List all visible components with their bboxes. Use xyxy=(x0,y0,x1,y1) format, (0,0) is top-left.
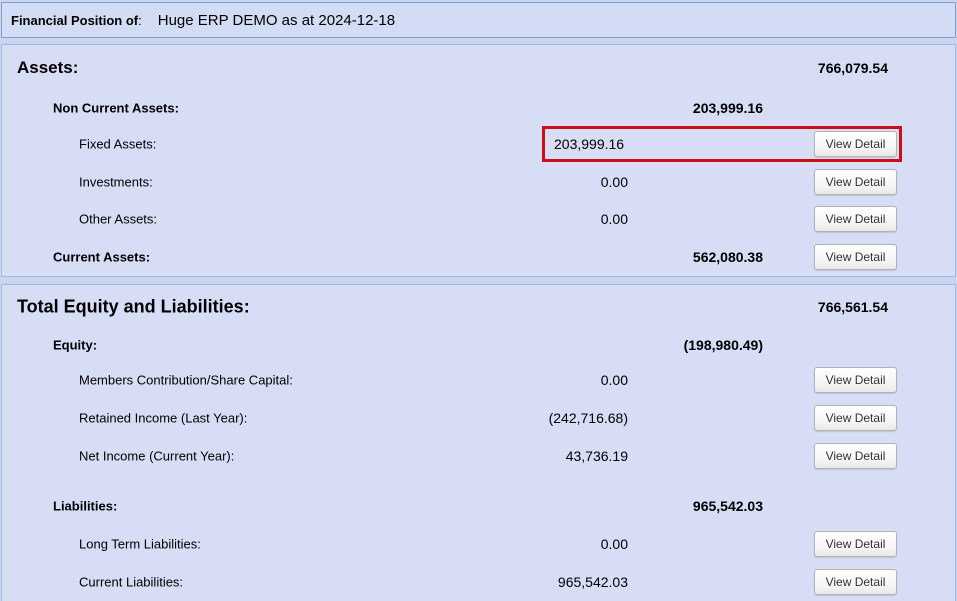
view-detail-button[interactable]: View Detail xyxy=(814,131,897,157)
members-contribution-label: Members Contribution/Share Capital: xyxy=(79,373,293,388)
liabilities-label: Liabilities: xyxy=(53,499,117,514)
report-title-colon: : xyxy=(138,13,142,28)
row-equity: Equity: (198,980.49) xyxy=(2,329,955,361)
assets-section: Assets: 766,079.54 Non Current Assets: 2… xyxy=(1,44,956,277)
row-long-term-liabilities: Long Term Liabilities: 0.00 View Detail xyxy=(2,525,955,563)
retained-income-value: (242,716.68) xyxy=(549,410,628,426)
current-liabilities-value: 965,542.03 xyxy=(558,574,628,590)
equity-liabilities-section: Total Equity and Liabilities: 766,561.54… xyxy=(1,284,956,601)
row-current-liabilities: Current Liabilities: 965,542.03 View Det… xyxy=(2,563,955,601)
report-header: Financial Position of: Huge ERP DEMO as … xyxy=(1,2,956,38)
fixed-assets-value[interactable]: 203,999.16 xyxy=(554,136,624,152)
net-income-label: Net Income (Current Year): xyxy=(79,449,234,464)
assets-heading: Assets: xyxy=(17,58,78,78)
current-liabilities-label: Current Liabilities: xyxy=(79,575,183,590)
view-detail-button[interactable]: View Detail xyxy=(814,405,897,431)
report-company-date: Huge ERP DEMO as at 2024-12-18 xyxy=(158,12,395,29)
long-term-liabilities-label: Long Term Liabilities: xyxy=(79,537,201,552)
retained-income-label: Retained Income (Last Year): xyxy=(79,411,247,426)
non-current-assets-value: 203,999.16 xyxy=(693,100,763,116)
current-assets-label: Current Assets: xyxy=(53,249,150,264)
row-retained-income: Retained Income (Last Year): (242,716.68… xyxy=(2,399,955,437)
row-investments: Investments: 0.00 View Detail xyxy=(2,163,955,200)
equity-liabilities-heading-row: Total Equity and Liabilities: 766,561.54 xyxy=(2,285,955,329)
other-assets-value: 0.00 xyxy=(601,211,628,227)
investments-label: Investments: xyxy=(79,174,153,189)
view-detail-button[interactable]: View Detail xyxy=(814,206,897,232)
row-members-contribution: Members Contribution/Share Capital: 0.00… xyxy=(2,361,955,399)
financial-position-page: Financial Position of: Huge ERP DEMO as … xyxy=(0,0,957,601)
equity-liabilities-total-value: 766,561.54 xyxy=(818,299,888,315)
members-contribution-value: 0.00 xyxy=(601,372,628,388)
section-spacer xyxy=(2,475,955,487)
equity-value: (198,980.49) xyxy=(684,337,763,353)
non-current-assets-label: Non Current Assets: xyxy=(53,101,179,116)
view-detail-button[interactable]: View Detail xyxy=(814,244,897,270)
equity-liabilities-heading: Total Equity and Liabilities: xyxy=(17,297,250,318)
assets-heading-row: Assets: 766,079.54 xyxy=(2,45,955,91)
view-detail-button[interactable]: View Detail xyxy=(814,569,897,595)
current-assets-value: 562,080.38 xyxy=(693,249,763,265)
assets-total-value: 766,079.54 xyxy=(818,60,888,76)
view-detail-button[interactable]: View Detail xyxy=(814,443,897,469)
view-detail-button[interactable]: View Detail xyxy=(814,367,897,393)
view-detail-button[interactable]: View Detail xyxy=(814,531,897,557)
liabilities-value: 965,542.03 xyxy=(693,498,763,514)
fixed-assets-label: Fixed Assets: xyxy=(79,137,156,152)
row-current-assets: Current Assets: 562,080.38 View Detail xyxy=(2,237,955,276)
row-net-income: Net Income (Current Year): 43,736.19 Vie… xyxy=(2,437,955,475)
report-title-label: Financial Position of xyxy=(11,13,138,28)
row-other-assets: Other Assets: 0.00 View Detail xyxy=(2,200,955,237)
row-fixed-assets: Fixed Assets: 203,999.16 View Detail xyxy=(2,125,955,163)
equity-label: Equity: xyxy=(53,338,97,353)
view-detail-button[interactable]: View Detail xyxy=(814,169,897,195)
row-non-current-assets: Non Current Assets: 203,999.16 xyxy=(2,91,955,125)
long-term-liabilities-value: 0.00 xyxy=(601,536,628,552)
other-assets-label: Other Assets: xyxy=(79,211,157,226)
row-liabilities: Liabilities: 965,542.03 xyxy=(2,487,955,525)
investments-value: 0.00 xyxy=(601,174,628,190)
net-income-value: 43,736.19 xyxy=(566,448,628,464)
